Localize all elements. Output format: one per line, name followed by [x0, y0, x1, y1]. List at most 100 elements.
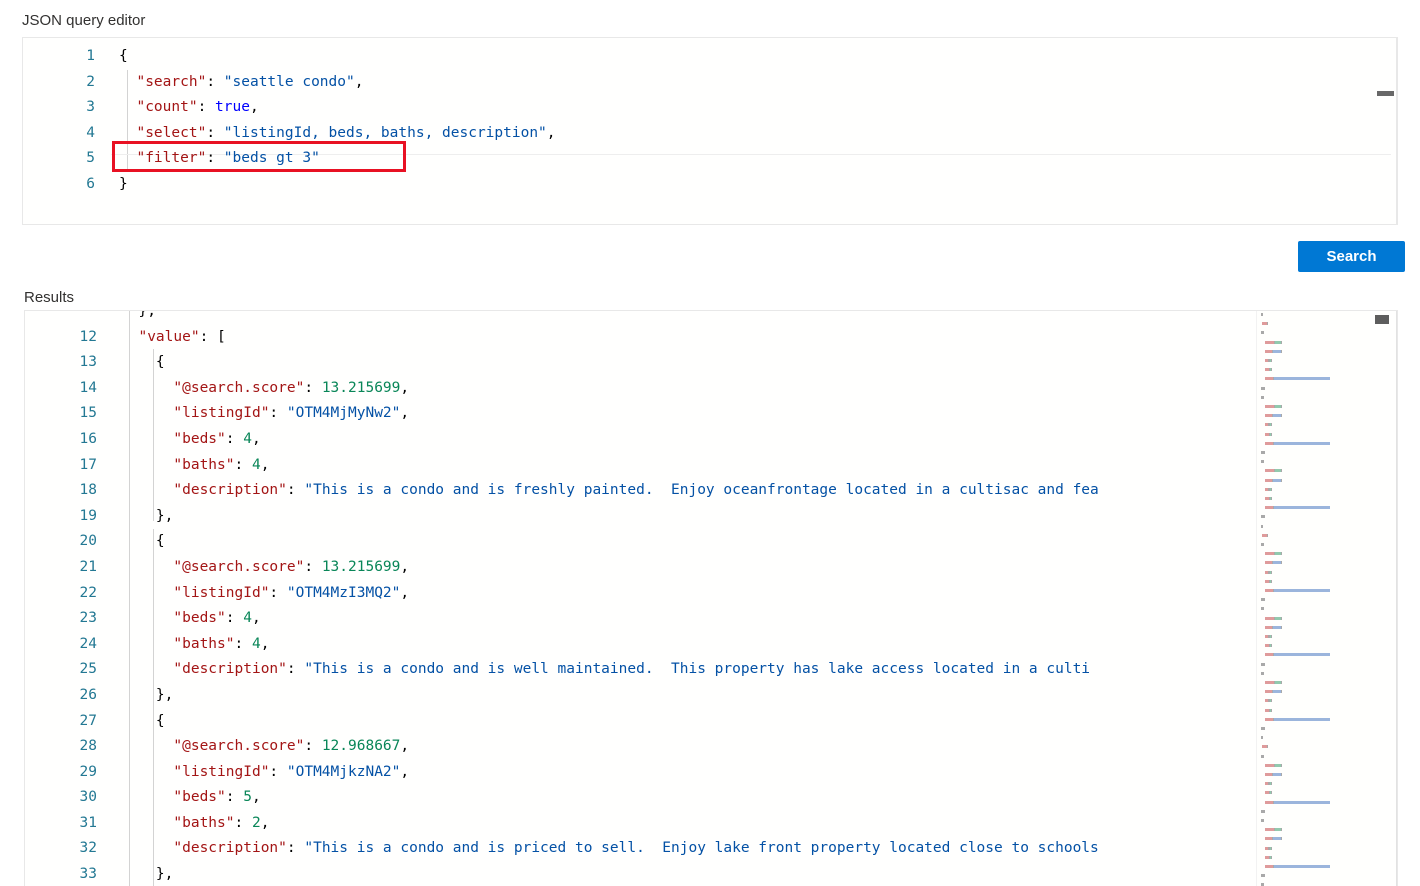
- results-line-text: "@search.score": 13.215699,: [121, 555, 409, 581]
- token-key: "listingId": [173, 584, 270, 601]
- results-line-text: {: [121, 529, 165, 555]
- query-line-text: "select": "listingId, beds, baths, descr…: [119, 121, 555, 147]
- token-punct: [121, 380, 173, 396]
- token-punct: ,: [251, 430, 261, 447]
- results-minimap[interactable]: [1256, 311, 1370, 886]
- token-num: 13.215699: [321, 558, 401, 575]
- minimap-token: [1280, 837, 1282, 841]
- results-line-text: {: [121, 709, 165, 735]
- token-punct: {: [121, 712, 165, 729]
- results-vertical-scrollbar[interactable]: [1375, 311, 1389, 886]
- results-editor[interactable]: }, 12 "value": [13 {14 "@search.score": 1…: [24, 310, 1398, 886]
- minimap-token: [1264, 681, 1275, 684]
- query-editor-scroll-area[interactable]: 1 {2 "search": "seattle condo", 3 "count":…: [23, 38, 1397, 224]
- minimap-token: [1280, 625, 1282, 629]
- query-line-number: 2: [86, 73, 95, 90]
- minimap-token: [1264, 377, 1273, 381]
- minimap-token: [1272, 625, 1281, 629]
- results-line-number: 32: [79, 840, 97, 857]
- token-punct: :: [304, 738, 322, 755]
- token-punct: [121, 815, 173, 831]
- token-punct: ,: [400, 405, 410, 422]
- results-line-text: "beds": 4,: [121, 427, 261, 453]
- token-num: 4: [251, 456, 261, 473]
- minimap-token: [1261, 515, 1265, 519]
- token-punct: :: [286, 482, 305, 499]
- results-line-number: 17: [79, 456, 97, 473]
- token-punct: :: [225, 430, 244, 447]
- minimap-token: [1261, 809, 1265, 813]
- token-punct: [121, 840, 173, 856]
- minimap-token: [1274, 377, 1331, 381]
- minimap-token: [1270, 846, 1272, 850]
- token-punct: },: [121, 686, 174, 703]
- minimap-token: [1280, 469, 1282, 473]
- results-line-text: "description": "This is a condo and is w…: [121, 657, 1090, 683]
- results-line-number: 27: [79, 712, 97, 729]
- token-punct: [121, 405, 173, 421]
- json-query-editor[interactable]: 1 {2 "search": "seattle condo", 3 "count":…: [22, 37, 1398, 225]
- token-key: "@search.score": [173, 558, 305, 575]
- query-editor-horizontal-scrollbar[interactable]: [1377, 91, 1394, 96]
- results-scrollbar-thumb[interactable]: [1375, 315, 1389, 324]
- token-punct: {: [119, 48, 128, 64]
- token-punct: [119, 150, 136, 166]
- token-key: "filter": [136, 150, 207, 167]
- results-line-text: "listingId": "OTM4MzI3MQ2",: [121, 581, 409, 607]
- token-str: "listingId, beds, baths, description": [223, 124, 547, 141]
- results-line-text: "value": [: [121, 325, 226, 351]
- token-str: "OTM4MzI3MQ2": [286, 584, 401, 601]
- results-editor-scroll-area[interactable]: }, 12 "value": [13 {14 "@search.score": 1…: [25, 311, 1397, 886]
- query-line-number: 6: [86, 175, 95, 192]
- token-punct: :: [225, 789, 244, 806]
- minimap-token: [1272, 690, 1281, 694]
- results-line-number: 24: [79, 635, 97, 652]
- minimap-token: [1264, 405, 1275, 408]
- token-punct: :: [206, 150, 224, 167]
- results-line-text: "listingId": "OTM4MjkzNA2",: [121, 760, 409, 786]
- minimap-token: [1271, 368, 1273, 372]
- token-punct: ,: [249, 99, 259, 116]
- token-punct: [119, 99, 136, 115]
- minimap-token: [1264, 773, 1272, 776]
- minimap-token: [1272, 414, 1281, 418]
- token-punct: [121, 636, 173, 652]
- search-button[interactable]: Search: [1298, 241, 1405, 272]
- token-str: "seattle condo": [223, 73, 355, 90]
- results-line-number: 23: [79, 610, 97, 627]
- token-key: "search": [136, 73, 207, 90]
- token-punct: :: [206, 124, 224, 141]
- token-punct: : [: [199, 328, 226, 345]
- token-key: "@search.score": [173, 379, 305, 396]
- minimap-token: [1272, 561, 1281, 565]
- results-line-text: },: [121, 504, 173, 530]
- token-punct: :: [269, 584, 287, 601]
- results-line-text: },: [121, 683, 173, 709]
- token-punct: ,: [260, 814, 270, 831]
- minimap-token: [1280, 763, 1282, 767]
- token-str: "This is a condo and is freshly painted.…: [304, 482, 1099, 499]
- token-key: "beds": [173, 789, 226, 806]
- token-punct: }: [119, 175, 128, 192]
- results-editor-right-border: [1396, 311, 1397, 886]
- minimap-token: [1270, 487, 1272, 491]
- results-line-text: {: [121, 350, 165, 376]
- token-punct: },: [121, 866, 174, 883]
- token-punct: },: [121, 311, 156, 319]
- results-line-number: 12: [79, 328, 97, 345]
- minimap-token: [1271, 579, 1273, 583]
- results-line-text: },: [121, 862, 173, 886]
- token-punct: :: [225, 610, 244, 627]
- token-punct: [119, 125, 136, 141]
- token-key: "description": [173, 482, 287, 499]
- token-key: "listingId": [173, 405, 270, 422]
- token-key: "beds": [173, 430, 226, 447]
- token-punct: [121, 585, 173, 601]
- results-line-text: "@search.score": 13.215699,: [121, 376, 409, 402]
- minimap-token: [1270, 570, 1272, 574]
- minimap-token: [1270, 782, 1272, 786]
- results-line-number: 14: [79, 379, 97, 396]
- minimap-token: [1270, 423, 1272, 427]
- minimap-token: [1270, 635, 1272, 638]
- token-punct: ,: [400, 738, 410, 755]
